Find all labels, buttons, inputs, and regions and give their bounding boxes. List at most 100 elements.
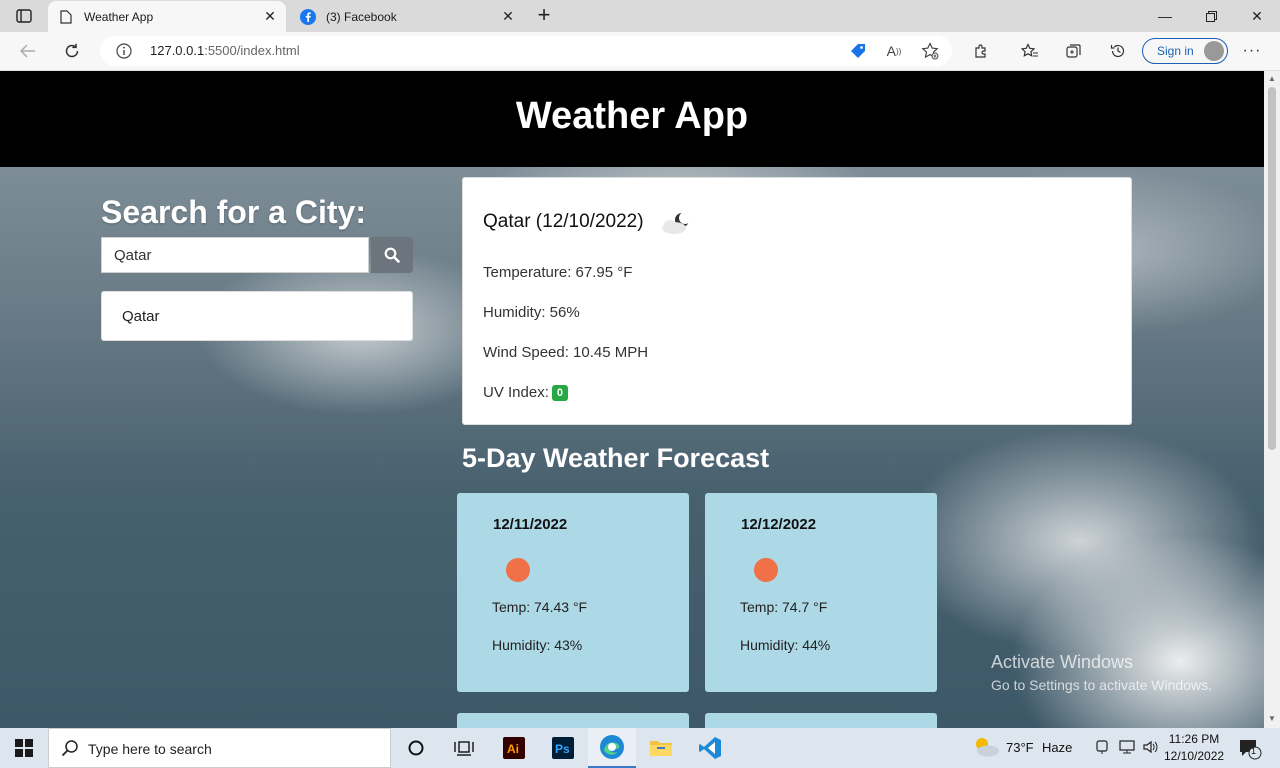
profile-avatar — [1204, 41, 1224, 61]
search-icon — [384, 247, 400, 263]
history-button[interactable] — [1104, 37, 1132, 65]
taskbar-weather-condition[interactable]: Haze — [1042, 740, 1072, 755]
app-title: Weather App — [515, 95, 749, 137]
shopping-tag-icon[interactable] — [848, 41, 868, 61]
edge-app-button[interactable] — [588, 728, 636, 768]
clock-date: 12/10/2022 — [1164, 749, 1225, 763]
close-tab-icon[interactable]: ✕ — [260, 7, 280, 27]
edge-browser-icon — [600, 735, 624, 759]
restore-icon — [1205, 10, 1217, 22]
clear-sun-icon — [754, 558, 778, 582]
forecast-heading: 5-Day Weather Forecast — [462, 443, 770, 473]
photoshop-app-button[interactable]: Ps — [539, 728, 587, 768]
activate-windows-watermark: Activate Windows Go to Settings to activ… — [991, 652, 1212, 693]
windows-taskbar: Type here to search Ai Ps 73°F Haze 11:2… — [0, 728, 1280, 768]
refresh-button[interactable] — [58, 37, 86, 65]
taskbar-search-placeholder: Type here to search — [88, 741, 212, 757]
forecast-temp: Temp: 74.43 °F — [492, 599, 588, 615]
url-text: 127.0.0.1:5500/index.html — [150, 43, 300, 58]
forecast-card — [457, 713, 689, 728]
vscode-icon — [699, 737, 721, 759]
favorites-button[interactable] — [1016, 37, 1044, 65]
svg-text:Ai: Ai — [507, 742, 519, 756]
tab-strip: Weather App ✕ (3) Facebook ✕ + — ✕ — [0, 0, 1280, 32]
file-explorer-app-button[interactable] — [637, 728, 685, 768]
current-temperature: Temperature: 67.95 °F — [483, 264, 633, 281]
volume-icon[interactable] — [1142, 739, 1160, 758]
partly-cloudy-icon[interactable] — [972, 736, 1000, 763]
add-favorite-icon[interactable] — [920, 41, 940, 61]
tab-actions-button[interactable] — [10, 6, 38, 26]
uv-label: UV Index: — [483, 384, 549, 401]
scrollbar-thumb[interactable] — [1268, 87, 1276, 450]
uv-badge: 0 — [551, 385, 568, 401]
sign-in-button[interactable]: Sign in — [1142, 38, 1228, 64]
tab-facebook[interactable]: (3) Facebook ✕ — [290, 1, 524, 32]
history-icon — [1110, 44, 1125, 58]
site-header: Weather App — [0, 71, 1264, 167]
favorites-icon — [1021, 43, 1038, 57]
tab-label: (3) Facebook — [326, 9, 397, 24]
vscode-app-button[interactable] — [686, 728, 734, 768]
read-aloud-icon[interactable]: A)) — [884, 41, 904, 61]
notification-center-button[interactable]: 1 — [1238, 738, 1262, 765]
restore-button[interactable] — [1188, 0, 1234, 32]
taskbar-search-box[interactable]: Type here to search — [48, 728, 391, 768]
current-humidity: Humidity: 56% — [483, 304, 580, 321]
scroll-up-icon[interactable]: ▲ — [1268, 74, 1276, 83]
close-tab-icon[interactable]: ✕ — [498, 7, 518, 27]
windows-logo-icon — [15, 739, 33, 757]
start-button[interactable] — [0, 728, 48, 768]
tab-label: Weather App — [84, 9, 154, 24]
search-icon — [61, 739, 79, 762]
forecast-card: 12/11/2022 Temp: 74.43 °F Humidity: 43% — [457, 493, 689, 692]
photoshop-icon: Ps — [552, 737, 574, 759]
cortana-button[interactable] — [392, 728, 440, 768]
back-button[interactable] — [14, 37, 42, 65]
illustrator-app-button[interactable]: Ai — [490, 728, 538, 768]
forecast-humidity: Humidity: 44% — [740, 637, 831, 653]
puzzle-icon — [975, 44, 986, 58]
notification-icon — [1240, 740, 1262, 760]
minimize-button[interactable]: — — [1142, 0, 1188, 32]
search-heading: Search for a City: — [101, 194, 366, 230]
sign-in-label: Sign in — [1157, 44, 1194, 58]
more-options-icon[interactable]: ··· — [1238, 37, 1266, 65]
partly-cloudy-night-icon — [658, 210, 694, 241]
forecast-date: 12/11/2022 — [493, 516, 568, 533]
forecast-date: 12/12/2022 — [741, 516, 817, 533]
info-icon[interactable] — [116, 43, 132, 64]
current-weather-card: Qatar (12/10/2022) Temperature: 67.95 °F… — [462, 177, 1132, 425]
page-scrollbar[interactable]: ▲ ▼ — [1264, 71, 1280, 728]
notification-count: 1 — [1251, 746, 1257, 756]
city-search-input[interactable] — [101, 237, 369, 273]
taskbar-temperature[interactable]: 73°F — [1006, 740, 1034, 755]
clock-time: 11:26 PM — [1168, 732, 1220, 746]
svg-text:Ps: Ps — [555, 742, 570, 756]
task-view-icon — [454, 741, 474, 756]
ethernet-icon[interactable] — [1118, 739, 1136, 758]
tab-weather-app[interactable]: Weather App ✕ — [48, 1, 286, 32]
search-history-item[interactable]: Qatar — [101, 291, 413, 341]
collections-icon — [1066, 44, 1081, 58]
folder-icon — [650, 741, 672, 756]
taskbar-clock[interactable]: 11:26 PM 12/10/2022 — [1164, 731, 1224, 765]
network-status-icon[interactable] — [1095, 739, 1109, 758]
scroll-down-icon[interactable]: ▼ — [1268, 714, 1276, 723]
cortana-circle-icon — [408, 740, 424, 756]
page-icon — [58, 9, 74, 25]
search-button[interactable] — [371, 237, 413, 273]
extensions-button[interactable] — [967, 37, 995, 65]
tab-actions-icon — [16, 9, 32, 23]
back-arrow-icon — [20, 44, 35, 58]
close-window-button[interactable]: ✕ — [1234, 0, 1280, 32]
new-tab-button[interactable]: + — [532, 4, 556, 27]
address-bar[interactable]: 127.0.0.1:5500/index.html A)) — [100, 36, 952, 66]
current-wind-speed: Wind Speed: 10.45 MPH — [483, 344, 649, 361]
facebook-icon — [300, 8, 316, 25]
illustrator-icon: Ai — [503, 737, 525, 759]
page-viewport: Weather App Search for a City: Qatar Qat… — [0, 71, 1264, 728]
collections-button[interactable] — [1060, 37, 1088, 65]
watermark-title: Activate Windows — [991, 652, 1134, 672]
task-view-button[interactable] — [440, 728, 488, 768]
